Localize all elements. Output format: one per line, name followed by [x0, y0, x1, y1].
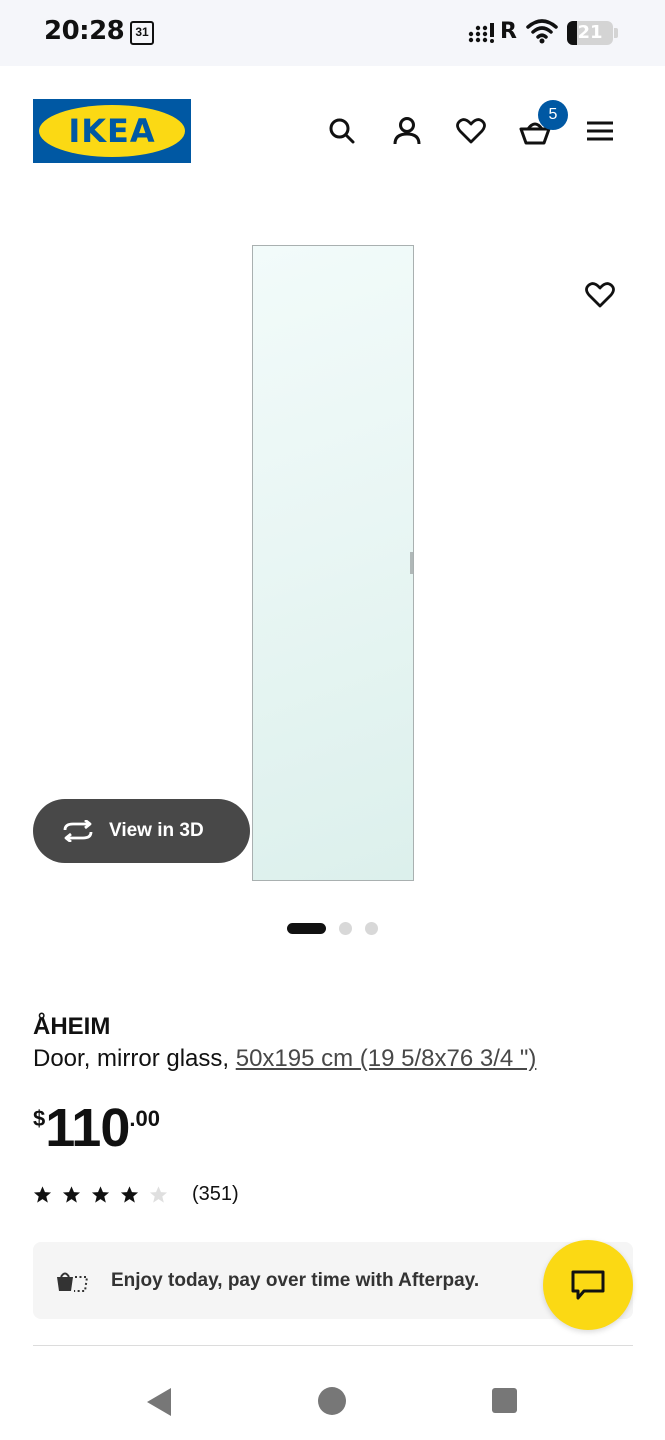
roaming-indicator: R	[500, 19, 517, 44]
rating-stars	[33, 1185, 178, 1204]
recent-apps-icon[interactable]	[492, 1388, 517, 1413]
signal-icon	[468, 23, 494, 43]
mirror-hinge	[410, 552, 413, 574]
product-rating[interactable]: (351)	[33, 1183, 239, 1206]
product-type: Door, mirror glass,	[33, 1045, 236, 1072]
battery-level: 21	[577, 22, 603, 43]
price-integer: 110	[45, 1098, 130, 1158]
carousel-dot-active[interactable]	[287, 923, 326, 934]
home-icon[interactable]	[318, 1387, 346, 1415]
product-description: Door, mirror glass, 50x195 cm (19 5/8x76…	[33, 1045, 536, 1073]
afterpay-text: Enjoy today, pay over time with Afterpay…	[111, 1269, 480, 1291]
star-filled-icon	[62, 1186, 81, 1203]
product-name: ÅHEIM	[33, 1013, 111, 1040]
carousel-dot[interactable]	[365, 922, 378, 935]
logo-text: IKEA	[68, 112, 156, 150]
status-bar: 20:28 31 R 21	[0, 0, 665, 66]
afterpay-icon	[57, 1272, 89, 1292]
status-time: 20:28	[44, 16, 125, 46]
view-in-3d-button[interactable]: View in 3D	[33, 799, 250, 863]
product-size-link[interactable]: 50x195 cm (19 5/8x76 3/4 ")	[236, 1045, 537, 1072]
image-carousel-indicator	[287, 922, 391, 935]
view-in-3d-label: View in 3D	[109, 820, 204, 841]
back-icon[interactable]	[146, 1387, 172, 1417]
rotate-3d-icon	[63, 820, 93, 842]
chat-icon	[571, 1270, 605, 1300]
price-decimals: .00	[129, 1106, 160, 1131]
star-empty-icon	[149, 1186, 168, 1203]
price-currency: $	[33, 1106, 46, 1131]
ikea-logo[interactable]: IKEA	[33, 99, 191, 163]
add-to-favorites-heart-icon[interactable]	[583, 278, 617, 312]
product-price: $ 110 .00	[33, 1098, 160, 1158]
heart-icon[interactable]	[454, 114, 488, 148]
battery-indicator: 21	[567, 21, 613, 45]
logo-oval: IKEA	[39, 105, 185, 157]
wifi-icon	[526, 19, 558, 44]
calendar-icon: 31	[130, 21, 154, 45]
divider	[33, 1345, 633, 1346]
star-filled-icon	[33, 1186, 52, 1203]
star-filled-icon	[120, 1186, 139, 1203]
rating-count: (351)	[192, 1183, 239, 1205]
carousel-dot[interactable]	[339, 922, 352, 935]
account-icon[interactable]	[390, 114, 424, 148]
product-image[interactable]	[252, 245, 414, 881]
star-filled-icon	[91, 1186, 110, 1203]
cart-count-badge: 5	[538, 100, 568, 130]
menu-icon[interactable]	[583, 114, 617, 148]
search-icon[interactable]	[325, 114, 359, 148]
chat-button[interactable]	[543, 1240, 633, 1330]
battery-cap	[614, 28, 618, 38]
